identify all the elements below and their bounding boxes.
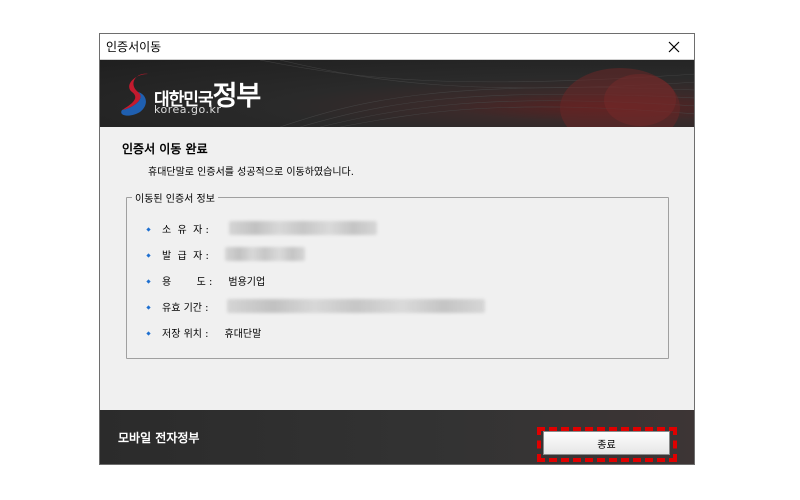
header-banner: 대한민국정부 korea.go.kr — [100, 60, 694, 127]
field-validity: 유효 기간 : — [146, 298, 485, 314]
field-label: 발 급 자 : — [162, 250, 209, 262]
redacted-value — [224, 247, 305, 261]
exit-button[interactable]: 종료 — [543, 431, 670, 455]
field-usage: 용 도 : 범용기업 — [146, 272, 266, 288]
completion-heading: 인증서 이동 완료 — [122, 142, 208, 156]
field-location: 저장 위치 : 휴대단말 — [146, 324, 262, 340]
close-icon[interactable] — [654, 34, 694, 60]
window-title: 인증서이동 — [106, 40, 162, 54]
content-area: 인증서 이동 완료 휴대단말로 인증서를 성공적으로 이동하였습니다. 이동된 … — [100, 127, 694, 410]
field-label: 소 유 자 : — [162, 224, 209, 236]
completion-message: 휴대단말로 인증서를 성공적으로 이동하였습니다. — [148, 167, 354, 178]
field-label: 용 도 : — [162, 276, 213, 288]
field-value: 범용기업 — [228, 276, 266, 288]
certificate-move-dialog: 인증서이동 대한민국정부 korea.go.kr 인증서 이동 완료 휴대단말로… — [99, 33, 695, 465]
footer-brand-text: 모바일 전자정부 — [118, 431, 200, 445]
taegeuk-emblem-icon — [121, 73, 148, 116]
field-label: 유효 기간 : — [162, 302, 209, 314]
certificate-info-group: 이동된 인증서 정보 소 유 자 : 발 급 자 : 용 도 : 범용기업 유효… — [126, 190, 669, 359]
field-issuer: 발 급 자 : — [146, 246, 305, 262]
title-bar: 인증서이동 — [100, 34, 694, 60]
bullet-icon — [146, 279, 151, 284]
group-title: 이동된 인증서 정보 — [132, 190, 218, 205]
field-owner: 소 유 자 : — [146, 220, 377, 236]
footer-bar: 모바일 전자정부 종료 — [100, 410, 694, 464]
bullet-icon — [146, 227, 151, 232]
field-value: 휴대단말 — [224, 328, 262, 340]
bullet-icon — [146, 305, 151, 310]
redacted-value — [226, 299, 485, 313]
korea-gov-logo: 대한민국정부 korea.go.kr — [116, 68, 316, 123]
redacted-value — [228, 221, 377, 235]
bullet-icon — [146, 253, 151, 258]
bullet-icon — [146, 331, 151, 336]
field-label: 저장 위치 : — [162, 328, 209, 340]
logo-url: korea.go.kr — [154, 103, 222, 116]
